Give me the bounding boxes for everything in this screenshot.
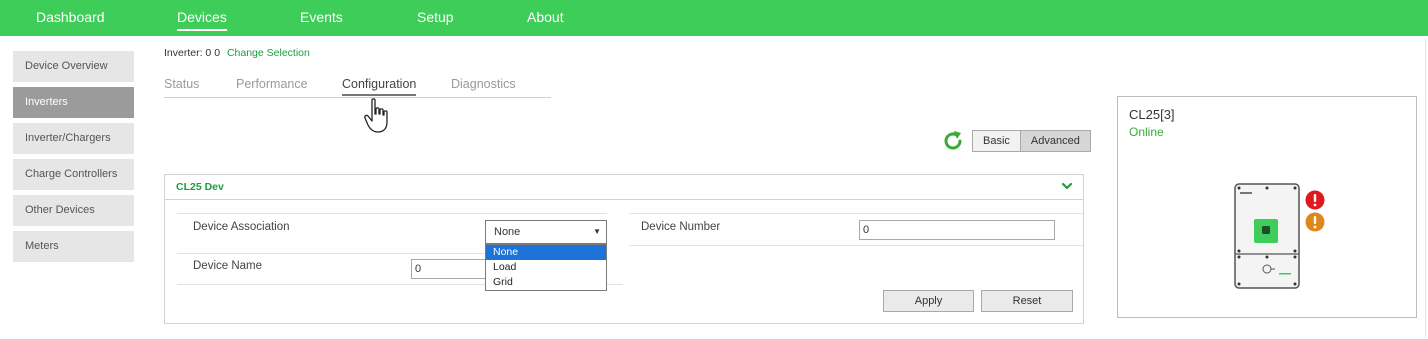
device-name: CL25[3] [1129,107,1175,122]
top-nav: Dashboard Devices Events Setup About [0,0,1428,36]
sidebar: Device Overview Inverters Inverter/Charg… [13,51,134,267]
device-association-value: None [494,226,521,238]
nav-about[interactable]: About [527,0,564,36]
refresh-icon[interactable] [941,129,965,153]
nav-dashboard[interactable]: Dashboard [36,0,105,36]
sidebar-item-inverter-chargers[interactable]: Inverter/Chargers [13,123,134,154]
device-association-select[interactable]: None ▼ [485,220,607,244]
sidebar-item-charge-controllers[interactable]: Charge Controllers [13,159,134,190]
device-number-label: Device Number [641,221,721,233]
device-name-label: Device Name [193,260,263,272]
tab-diagnostics[interactable]: Diagnostics [451,77,516,91]
advanced-button[interactable]: Advanced [1019,131,1090,151]
option-none[interactable]: None [486,245,606,260]
device-name-input[interactable] [411,259,491,279]
sidebar-item-device-overview[interactable]: Device Overview [13,51,134,82]
error-icon[interactable] [1305,190,1325,210]
device-number-input[interactable] [859,220,1055,240]
scrollbar-track[interactable] [1425,38,1426,338]
apply-button[interactable]: Apply [883,290,974,312]
nav-setup[interactable]: Setup [417,0,454,36]
device-config-panel: CL25 Dev Device Association None ▼ Devic… [164,174,1084,324]
row-divider [177,213,607,214]
sidebar-item-other-devices[interactable]: Other Devices [13,195,134,226]
sidebar-item-inverters[interactable]: Inverters [13,87,134,118]
basic-button[interactable]: Basic [973,131,1020,151]
tab-status[interactable]: Status [164,77,199,91]
sidebar-item-meters[interactable]: Meters [13,231,134,262]
option-grid[interactable]: Grid [486,275,606,290]
panel-header[interactable]: CL25 Dev [165,175,1083,200]
change-selection-link[interactable]: Change Selection [227,47,310,59]
tab-configuration[interactable]: Configuration [342,77,417,96]
nav-devices[interactable]: Devices [177,0,227,36]
device-association-options: None Load Grid [485,244,607,291]
view-mode-toggle: Basic Advanced [972,130,1091,152]
row-divider [629,213,1083,214]
inverter-selection: Inverter: 0 0 Change Selection [164,47,310,59]
dropdown-arrow-icon: ▼ [593,227,601,236]
nav-events[interactable]: Events [300,0,343,36]
device-association-label: Device Association [193,221,290,233]
tab-performance[interactable]: Performance [236,77,308,91]
panel-title: CL25 Dev [176,181,224,193]
chevron-down-icon[interactable] [1061,180,1073,192]
device-status-card: CL25[3] Online [1117,96,1417,318]
hand-cursor-icon [364,98,388,133]
option-load[interactable]: Load [486,260,606,275]
inverter-device-icon [1234,183,1300,289]
reset-button[interactable]: Reset [981,290,1073,312]
device-status: Online [1129,125,1164,139]
warning-icon[interactable] [1305,212,1325,232]
inverter-label: Inverter: 0 0 [164,47,221,59]
tab-bar: Status Performance Configuration Diagnos… [164,74,551,98]
row-divider [629,245,1083,246]
